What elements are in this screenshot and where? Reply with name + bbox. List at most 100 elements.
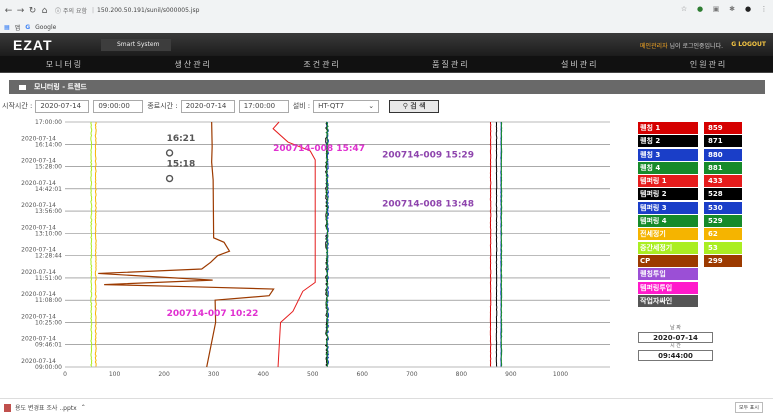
url-field[interactable]: ⓘ 주의 요함 | 150.200.50.191/sunil/s000005.j… <box>55 4 199 18</box>
reload-icon[interactable]: ↻ <box>27 5 38 17</box>
legend-marker-type: 작업자싸인 <box>638 294 698 307</box>
subbrand-label: Smart System <box>101 39 171 51</box>
end-date-input[interactable]: 2020-07-14 <box>180 99 235 113</box>
x-tick-label: 600 <box>357 371 369 378</box>
chevron-down-icon: ⌄ <box>368 101 375 110</box>
legend-row: 퀜칭 1 859 <box>638 122 758 134</box>
x-tick-label: 200 <box>158 371 170 378</box>
time-annotation: 15:18 <box>167 160 196 170</box>
legend-series-name: 템퍼링 4 <box>638 215 698 228</box>
x-tick-label: 1000 <box>553 371 568 378</box>
legend-row: CP 299 <box>638 254 758 267</box>
pptx-file-icon <box>4 403 11 412</box>
equip-select[interactable]: HT-QT7 ⌄ <box>313 99 380 113</box>
download-item[interactable]: 용도 변경표 조사 ..pptx ⌃ <box>4 403 86 412</box>
legend-row: 전세정기 62 <box>638 228 758 241</box>
y-time-label: 13:10:00 <box>35 230 62 237</box>
apps-icon[interactable]: ▦ <box>4 24 10 31</box>
x-tick-label: 800 <box>456 371 468 378</box>
more-icon[interactable]: ⋮ <box>759 4 769 14</box>
legend-series-name: 전세정기 <box>638 228 698 241</box>
download-bar: 용도 변경표 조사 ..pptx ⌃ 모두 표시 <box>0 398 773 416</box>
google-icon: G <box>25 23 31 31</box>
end-label: 종료시간 : <box>147 102 178 110</box>
start-date-input[interactable]: 2020-07-14 <box>35 99 90 113</box>
nav-item-monitoring[interactable]: 모니터링 <box>0 56 129 72</box>
main-nav: 모니터링 생산관리 조건관리 품질관리 설비관리 인원관리 <box>0 56 773 73</box>
plot-area <box>65 117 610 367</box>
legend-series-value: 859 <box>704 122 742 134</box>
y-time-label: 11:51:00 <box>35 275 62 282</box>
user-name: 메인관리자 <box>639 43 668 50</box>
legend-series-name: 템퍼링 3 <box>638 201 698 214</box>
datetime-panel: 날 짜 2020-07-14 시 간 09:44:00 <box>638 325 713 361</box>
forward-icon[interactable]: → <box>15 5 26 17</box>
legend-marker-type: 템퍼링투입 <box>638 281 698 294</box>
y-time-label: 16:14:00 <box>35 141 62 148</box>
x-tick-label: 300 <box>208 371 220 378</box>
bookmark-google[interactable]: Google <box>35 24 56 31</box>
legend-series-value: 881 <box>704 161 742 174</box>
batch-annotation: 200714-009 15:29 <box>382 151 474 161</box>
x-tick-label: 100 <box>109 371 121 378</box>
y-time-label: 10:25:00 <box>35 319 62 326</box>
browser-chrome: ← → ↻ ⌂ ⓘ 주의 요함 | 150.200.50.191/sunil/s… <box>0 0 773 33</box>
security-label: 주의 요함 <box>63 8 88 15</box>
list-icon <box>19 84 26 90</box>
nav-item-equipment[interactable]: 설비관리 <box>515 56 644 72</box>
bookmark-bar: ▦ 앱 G Google <box>0 21 773 33</box>
legend-series-value: 880 <box>704 148 742 161</box>
legend-row: 퀜칭 4 881 <box>638 161 758 174</box>
legend-series-value: 530 <box>704 201 742 214</box>
nav-item-conditions[interactable]: 조건관리 <box>258 56 387 72</box>
search-button[interactable]: ⚲ 검 색 <box>389 99 440 113</box>
legend-series-name: 퀜칭 3 <box>638 148 698 161</box>
back-icon[interactable]: ← <box>3 5 14 17</box>
legend-series-name: 템퍼링 1 <box>638 175 698 188</box>
legend-series-value: 528 <box>704 188 742 201</box>
nav-item-quality[interactable]: 품질관리 <box>386 56 515 72</box>
legend-series-name: 퀜칭 4 <box>638 161 698 174</box>
home-icon[interactable]: ⌂ <box>39 5 50 17</box>
browser-toolbar-icons: ☆ ● ▣ ✱ ● ⋮ <box>679 4 769 14</box>
legend-row: 템퍼링 1 433 <box>638 175 758 188</box>
x-tick-label: 0 <box>63 371 67 378</box>
y-time-label: 13:56:00 <box>35 208 62 215</box>
shield-icon[interactable]: ● <box>695 4 705 14</box>
profile-icon[interactable]: ● <box>743 4 753 14</box>
filter-bar: 시작시간 : 2020-07-14 09:00:00 종료시간 : 2020-0… <box>2 99 440 113</box>
legend-series-value: 433 <box>704 175 742 188</box>
end-time-input[interactable]: 17:00:00 <box>238 99 289 113</box>
url-text[interactable]: 150.200.50.191/sunil/s000005.jsp <box>97 7 199 14</box>
legend-series-name: 중간세정기 <box>638 241 698 254</box>
y-time-label: 11:08:00 <box>35 297 62 304</box>
y-time-label: 17:00:00 <box>35 119 62 126</box>
legend-series-name: CP <box>638 254 698 267</box>
page-title-bar: 모니터링 - 트렌드 <box>9 80 765 94</box>
legend-series-name: 템퍼링 2 <box>638 188 698 201</box>
chevron-up-icon[interactable]: ⌃ <box>81 404 86 411</box>
legend-marker-type: 퀜칭투입 <box>638 268 698 281</box>
address-bar-row: ← → ↻ ⌂ ⓘ 주의 요함 | 150.200.50.191/sunil/s… <box>0 0 773 21</box>
legend-row: 퀜칭 3 880 <box>638 148 758 161</box>
logout-button[interactable]: G LOGOUT <box>731 41 766 48</box>
app-logo[interactable]: EZAT <box>13 37 53 53</box>
info-icon[interactable]: ⓘ <box>55 6 61 15</box>
time-value: 09:44:00 <box>638 350 713 361</box>
puzzle-icon[interactable]: ✱ <box>727 4 737 14</box>
legend-series-value: 871 <box>704 135 742 148</box>
x-tick-label: 500 <box>307 371 319 378</box>
nav-item-production[interactable]: 생산관리 <box>129 56 258 72</box>
star-icon[interactable]: ☆ <box>679 4 689 14</box>
show-all-button[interactable]: 모두 표시 <box>735 402 763 413</box>
nav-item-personnel[interactable]: 인원관리 <box>644 56 773 72</box>
batch-annotation: 200714-008 15:47 <box>273 144 365 154</box>
batch-annotation: 200714-007 10:22 <box>167 309 259 319</box>
start-time-input[interactable]: 09:00:00 <box>93 99 144 113</box>
legend-series-value: 299 <box>704 254 742 267</box>
legend-row: 템퍼링 4 529 <box>638 215 758 228</box>
bookmark-apps[interactable]: 앱 <box>15 23 21 32</box>
app-header: EZAT Smart System 메인관리자 님이 로그인중입니다. G LO… <box>0 33 773 56</box>
extension-icon[interactable]: ▣ <box>711 4 721 14</box>
legend-row: 중간세정기 53 <box>638 241 758 254</box>
